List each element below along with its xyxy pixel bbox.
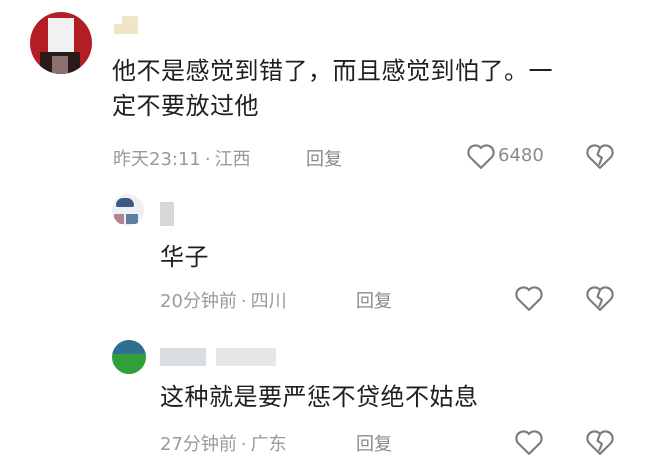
like-count: 6480 [498, 145, 544, 166]
comment-location: 江西 [214, 149, 251, 170]
reply-button[interactable]: 回复 [356, 430, 392, 456]
broken-heart-icon[interactable] [585, 284, 615, 312]
heart-outline-icon[interactable] [514, 284, 544, 312]
reply-text: 这种就是要严惩不贷绝不姑息 [160, 383, 479, 411]
meta-separator: · [240, 291, 247, 312]
comment-location: 四川 [250, 291, 287, 312]
comment-text: 他不是感觉到错了，而且感觉到怕了。一 定不要放过他 [112, 54, 612, 124]
comment-time: 昨天23:11 [113, 149, 201, 170]
comment-text-line-1: 他不是感觉到错了，而且感觉到怕了。一 [112, 57, 553, 85]
reply-button[interactable]: 回复 [356, 287, 392, 313]
comment-meta: 27分钟前 · 广东 [160, 430, 287, 456]
avatar[interactable] [30, 12, 92, 74]
reply-button[interactable]: 回复 [306, 145, 342, 171]
username-blurred[interactable] [160, 348, 280, 366]
reply-text: 华子 [160, 243, 209, 271]
broken-heart-icon[interactable] [585, 428, 615, 456]
username-blurred[interactable] [160, 202, 174, 226]
avatar[interactable] [112, 194, 144, 226]
comment-location: 广东 [250, 434, 287, 455]
avatar[interactable] [112, 340, 146, 374]
meta-separator: · [204, 149, 211, 170]
username-blurred[interactable] [114, 16, 140, 42]
comment-time: 20分钟前 [160, 291, 237, 312]
meta-separator: · [240, 434, 247, 455]
heart-outline-icon[interactable] [466, 142, 496, 170]
comment-text-line-2: 定不要放过他 [112, 92, 259, 120]
broken-heart-icon[interactable] [585, 142, 615, 170]
comment-meta: 20分钟前 · 四川 [160, 287, 287, 313]
comment-meta: 昨天23:11 · 江西 [113, 145, 251, 171]
heart-outline-icon[interactable] [514, 428, 544, 456]
comment-time: 27分钟前 [160, 434, 237, 455]
